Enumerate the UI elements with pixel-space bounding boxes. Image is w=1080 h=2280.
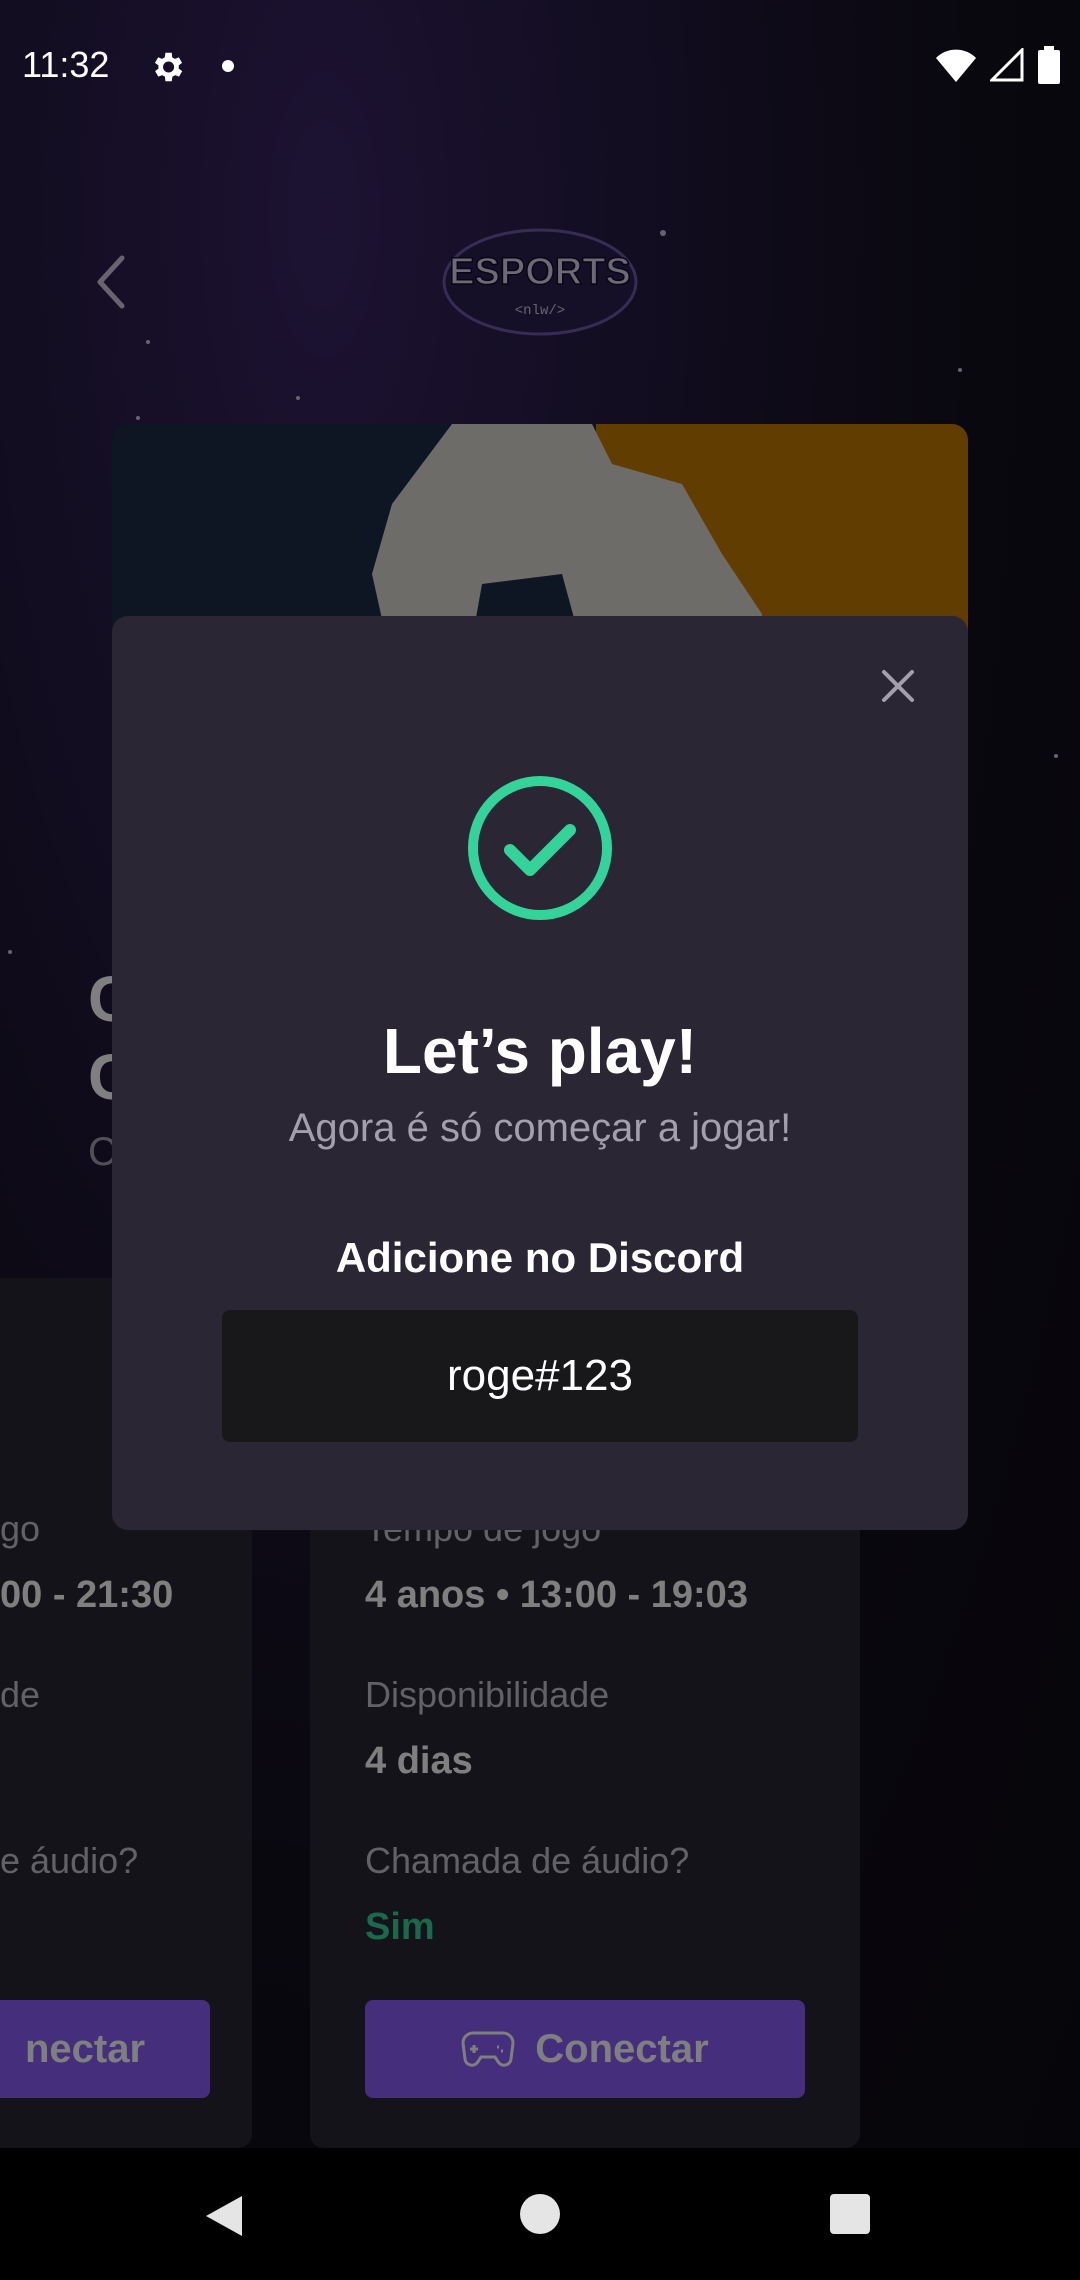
nav-home-icon[interactable]: [520, 2194, 560, 2234]
close-button[interactable]: [878, 666, 918, 706]
status-time: 11:32: [22, 44, 110, 85]
nav-recents-icon[interactable]: [830, 2194, 870, 2234]
modal-title: Let’s play!: [382, 1015, 698, 1087]
success-modal: Let’s play! Agora é só começar a jogar! …: [112, 616, 968, 1530]
discord-username[interactable]: roge#123: [447, 1351, 633, 1401]
navigation-bar: [0, 2148, 1080, 2280]
discord-label: Adicione no Discord: [335, 1234, 745, 1281]
notification-dot: [222, 60, 234, 72]
status-bar: 11:32: [0, 0, 1080, 136]
check-circle-icon: [468, 776, 612, 920]
discord-username-box[interactable]: roge#123: [222, 1310, 858, 1442]
cellular-signal-icon: [990, 48, 1024, 82]
close-icon: [882, 670, 914, 702]
wifi-icon: [936, 49, 976, 82]
battery-icon: [1038, 46, 1060, 84]
settings-gear-icon: [154, 52, 183, 82]
modal-subtitle: Agora é só começar a jogar!: [288, 1106, 792, 1150]
nav-back-icon[interactable]: [204, 2194, 244, 2238]
